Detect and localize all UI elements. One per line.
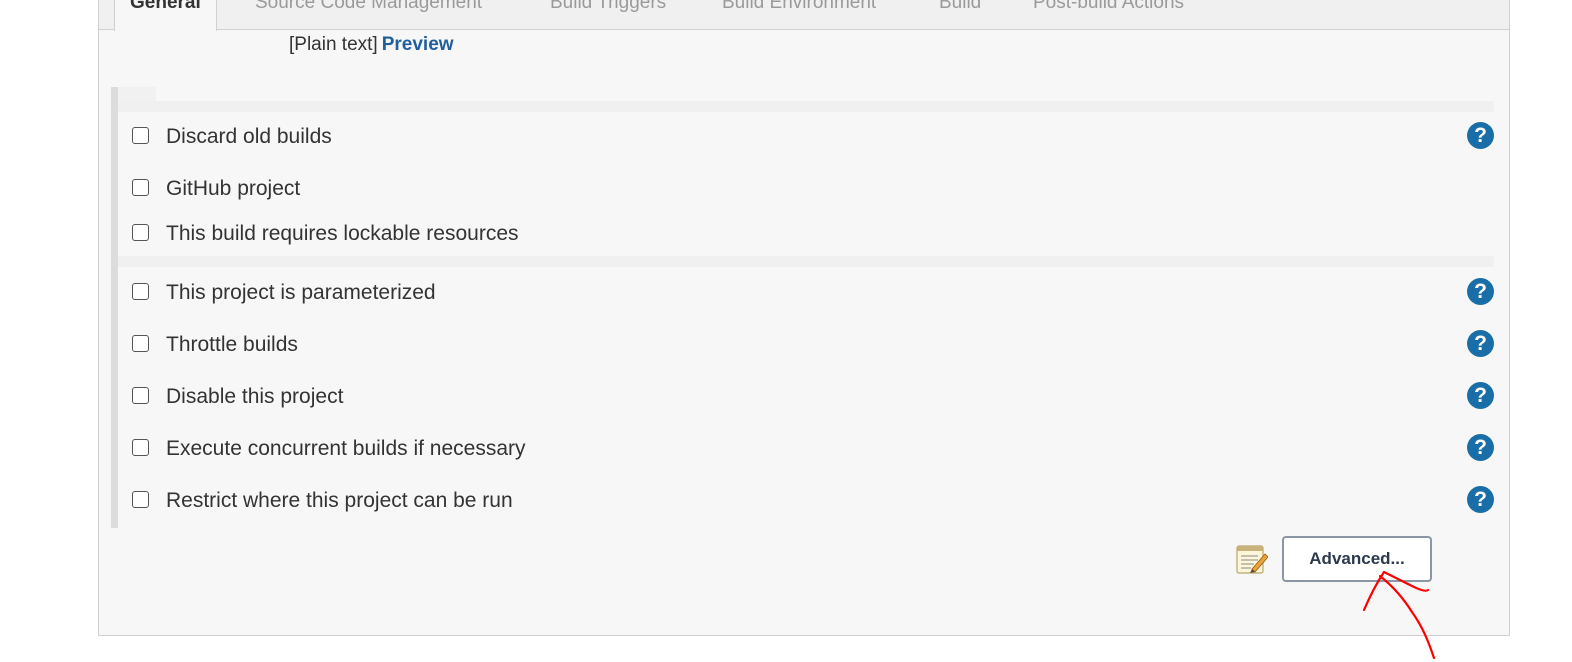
- help-icon[interactable]: ?: [1467, 382, 1494, 409]
- option-restrict-where-run: Restrict where this project can be run ?: [130, 486, 1500, 516]
- tab-post-build-actions[interactable]: Post-build Actions: [1033, 0, 1184, 18]
- lockable-resources-checkbox[interactable]: [132, 224, 149, 241]
- tab-build[interactable]: Build: [939, 0, 981, 18]
- concurrent-builds-checkbox[interactable]: [132, 439, 149, 456]
- github-project-label[interactable]: GitHub project: [166, 176, 300, 202]
- disable-project-checkbox[interactable]: [132, 387, 149, 404]
- option-concurrent-builds: Execute concurrent builds if necessary ?: [130, 434, 1500, 464]
- tab-build-environment[interactable]: Build Environment: [722, 0, 876, 18]
- concurrent-builds-label[interactable]: Execute concurrent builds if necessary: [166, 436, 526, 462]
- option-lockable-resources: This build requires lockable resources: [130, 219, 1500, 249]
- option-parameterized: This project is parameterized ?: [130, 278, 1500, 308]
- discard-old-builds-label[interactable]: Discard old builds: [166, 124, 332, 150]
- parameterized-checkbox[interactable]: [132, 283, 149, 300]
- option-discard-old-builds: Discard old builds ?: [130, 122, 1500, 152]
- throttle-builds-label[interactable]: Throttle builds: [166, 332, 298, 358]
- preview-link[interactable]: Preview: [382, 34, 454, 55]
- tab-source-code-management[interactable]: Source Code Management: [255, 0, 482, 18]
- lockable-resources-label[interactable]: This build requires lockable resources: [166, 221, 519, 247]
- help-icon[interactable]: ?: [1467, 486, 1494, 513]
- notepad-icon[interactable]: [1234, 542, 1268, 576]
- jenkins-config-page: General Source Code Management Build Tri…: [0, 0, 1572, 662]
- advanced-button[interactable]: Advanced...: [1282, 536, 1432, 582]
- restrict-where-run-checkbox[interactable]: [132, 491, 149, 508]
- help-icon[interactable]: ?: [1467, 278, 1494, 305]
- option-github-project: GitHub project: [130, 174, 1500, 204]
- tab-general[interactable]: General: [114, 0, 217, 31]
- tab-build-triggers[interactable]: Build Triggers: [550, 0, 666, 18]
- option-throttle-builds: Throttle builds ?: [130, 330, 1500, 360]
- help-icon[interactable]: ?: [1467, 330, 1494, 357]
- section-indicator-bar: [111, 87, 118, 528]
- throttle-builds-checkbox[interactable]: [132, 335, 149, 352]
- section-divider: [118, 256, 1494, 267]
- disable-project-label[interactable]: Disable this project: [166, 384, 343, 410]
- help-icon[interactable]: ?: [1467, 434, 1494, 461]
- restrict-where-run-label[interactable]: Restrict where this project can be run: [166, 488, 513, 514]
- help-icon[interactable]: ?: [1467, 122, 1494, 149]
- github-project-checkbox[interactable]: [132, 179, 149, 196]
- parameterized-label[interactable]: This project is parameterized: [166, 280, 436, 306]
- plain-text-label: [Plain text]: [289, 34, 378, 55]
- config-tabbar: General Source Code Management Build Tri…: [99, 0, 1509, 31]
- section-header-strip: [118, 101, 1494, 112]
- option-disable-project: Disable this project ?: [130, 382, 1500, 412]
- description-format-row: [Plain text] Preview: [289, 32, 454, 58]
- section-header-block: [118, 87, 156, 101]
- discard-old-builds-checkbox[interactable]: [132, 127, 149, 144]
